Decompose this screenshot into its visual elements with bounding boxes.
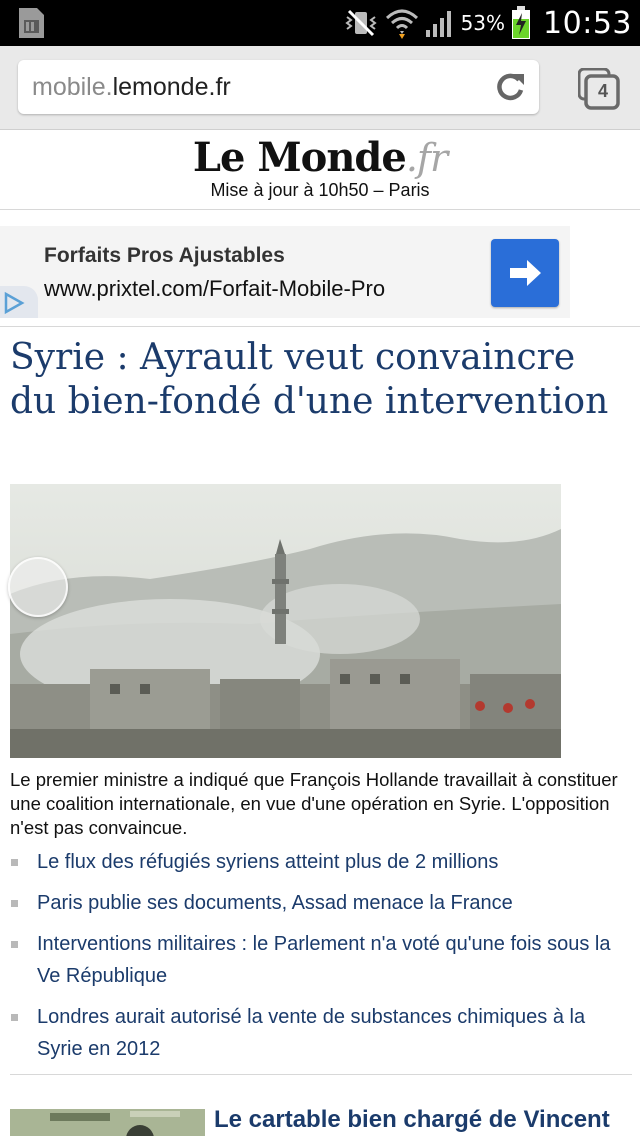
divider [0,209,640,210]
bullet [11,941,18,948]
arrow-right-icon [510,260,541,286]
damascus-smoke-photo [10,484,561,758]
url-bar[interactable]: mobile.lemonde.fr [18,60,539,114]
ad-banner[interactable]: Forfaits Pros Ajustables www.prixtel.com… [0,226,570,318]
related-link[interactable]: Le flux des réfugiés syriens atteint plu… [10,846,630,878]
article-summary: Le premier ministre a indiqué que Franço… [10,769,618,838]
related-link[interactable]: Londres aurait autorisé la vente de subs… [10,1001,630,1065]
bullet [11,1014,18,1021]
ad-title[interactable]: Forfaits Pros Ajustables [44,244,285,268]
tabs-button[interactable]: 4 [578,68,620,110]
status-bar: 53% 10:53 [0,0,640,46]
url-text[interactable]: mobile.lemonde.fr [32,73,231,102]
bullet [11,900,18,907]
masthead: Le Monde.fr Mise à jour à 10h50 – Paris [0,130,640,210]
reload-icon[interactable] [493,70,527,104]
related-link[interactable]: Interventions militaires : le Parlement … [10,928,630,992]
clock: 10:53 [543,5,632,41]
sim-card-icon [19,8,44,38]
mute-vibrate-icon [344,9,377,37]
wifi-icon [385,9,418,39]
battery-percent: 53% [460,11,506,35]
related-link[interactable]: Paris publie ses documents, Assad menace… [10,887,630,919]
thumbnail-image [10,1109,205,1136]
divider [0,326,640,327]
related-links: Le flux des réfugiés syriens atteint plu… [10,846,630,1074]
adchoices-icon [4,291,25,315]
divider [10,1074,632,1075]
scroll-handle[interactable] [8,557,68,617]
battery-charging-icon [512,6,531,39]
article-headline[interactable]: Syrie : Ayrault veut convaincre du bien-… [10,336,630,424]
ad-url[interactable]: www.prixtel.com/Forfait-Mobile-Pro [44,276,385,302]
ad-go-button[interactable] [491,239,559,307]
next-article-title[interactable]: Le cartable bien chargé de Vincent [214,1106,610,1134]
signal-icon [425,11,451,37]
next-article-thumbnail[interactable] [10,1109,205,1136]
browser-toolbar: mobile.lemonde.fr 4 [0,46,640,130]
tab-count: 4 [597,81,608,101]
update-timestamp: Mise à jour à 10h50 – Paris [210,180,430,200]
site-logo[interactable]: Le Monde.fr [0,134,640,181]
bullet [11,859,18,866]
article-photo[interactable] [10,484,561,758]
adchoices-button[interactable] [0,286,38,318]
